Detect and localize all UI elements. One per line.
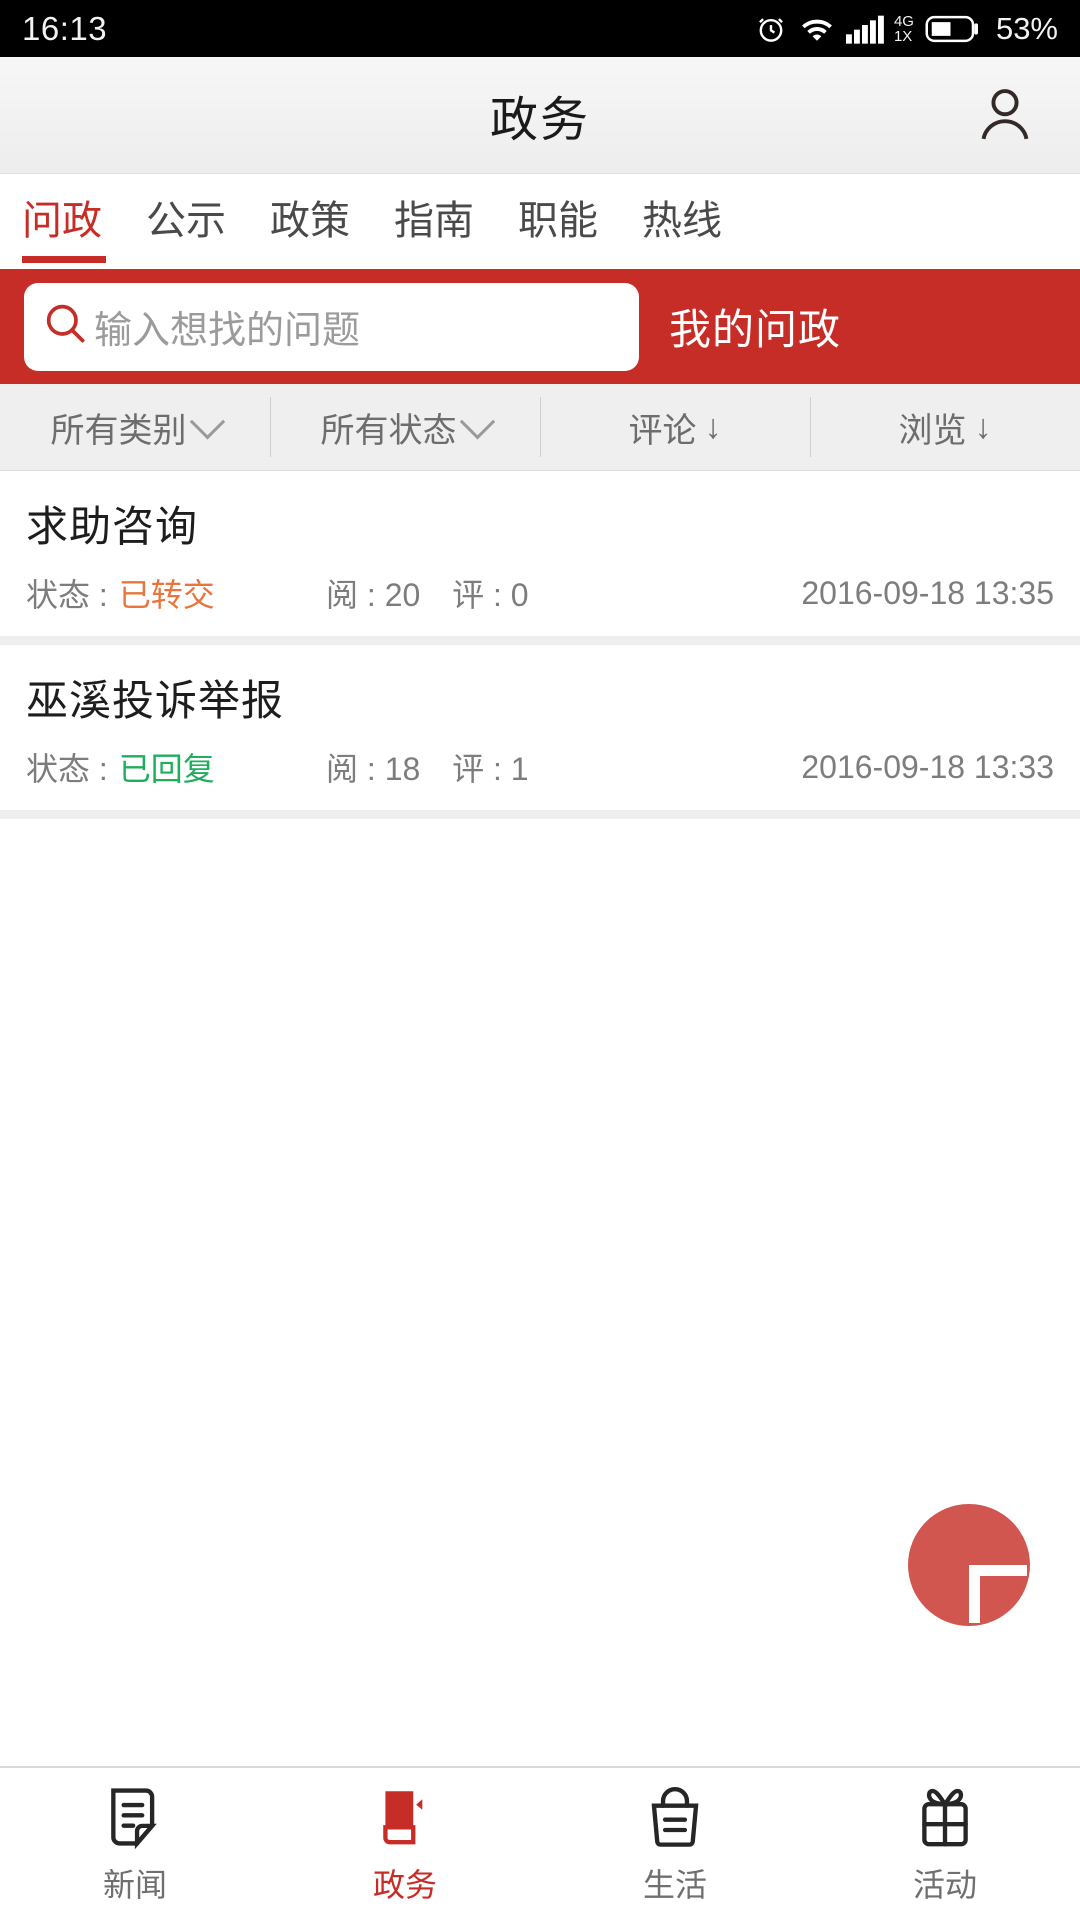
status-label: 状态 : bbox=[26, 577, 108, 613]
item-datetime: 2016-09-18 13:35 bbox=[801, 574, 1054, 611]
status-badge: 状态 : 已回复 bbox=[26, 744, 326, 790]
arrow-down-icon: ↓ bbox=[704, 407, 722, 446]
status-value: 已转交 bbox=[118, 577, 215, 613]
item-title: 求助咨询 bbox=[26, 503, 199, 550]
filter-status[interactable]: 所有状态 bbox=[270, 384, 540, 470]
views-label: 阅 : bbox=[326, 751, 376, 787]
comments-label: 评 : bbox=[452, 577, 502, 613]
status-value: 已回复 bbox=[118, 751, 215, 787]
status-label: 状态 : bbox=[26, 751, 108, 787]
tab-label: 问政 bbox=[22, 199, 102, 243]
battery-icon bbox=[925, 14, 981, 44]
wifi-icon bbox=[799, 14, 835, 44]
filter-label: 所有类别 bbox=[50, 411, 187, 450]
app-header: 政务 bbox=[0, 57, 1080, 174]
basket-icon bbox=[643, 1782, 707, 1852]
views-value: 20 bbox=[384, 577, 421, 613]
my-inquiry-button[interactable]: 我的问政 bbox=[655, 296, 847, 357]
nav-item-life[interactable]: 生活 bbox=[540, 1782, 810, 1906]
government-book-icon bbox=[373, 1782, 437, 1852]
alarm-icon bbox=[754, 12, 788, 46]
inquiry-list: 求助咨询 状态 : 已转交 阅 : 20 评 : 0 2016-09-18 13… bbox=[0, 471, 1080, 1766]
tab-gongshi[interactable]: 公示 bbox=[124, 188, 248, 269]
tab-zhineng[interactable]: 职能 bbox=[496, 188, 620, 269]
item-meta: 状态 : 已转交 阅 : 20 评 : 0 2016-09-18 13:35 bbox=[26, 570, 1054, 616]
comments-label: 评 : bbox=[452, 751, 502, 787]
sort-views[interactable]: 浏览 ↓ bbox=[810, 384, 1080, 470]
item-counts: 阅 : 20 评 : 0 bbox=[326, 570, 801, 616]
tab-label: 热线 bbox=[642, 199, 722, 243]
item-meta: 状态 : 已回复 阅 : 18 评 : 1 2016-09-18 13:33 bbox=[26, 744, 1054, 790]
status-bar: 16:13 4G 1X 53% bbox=[0, 0, 1080, 57]
status-clock: 16:13 bbox=[22, 9, 108, 47]
nav-item-activity[interactable]: 活动 bbox=[810, 1782, 1080, 1906]
tab-zhengce[interactable]: 政策 bbox=[248, 188, 372, 269]
chevron-down-icon bbox=[459, 403, 495, 440]
search-icon bbox=[42, 300, 90, 353]
tab-rexian[interactable]: 热线 bbox=[620, 188, 744, 269]
tab-zhinan[interactable]: 指南 bbox=[372, 188, 496, 269]
tab-label: 公示 bbox=[146, 199, 226, 243]
person-icon bbox=[974, 82, 1036, 149]
comments-value: 0 bbox=[510, 577, 529, 613]
signal-icon bbox=[845, 14, 886, 44]
network-secondary: 1X bbox=[893, 27, 913, 45]
search-placeholder: 输入想找的问题 bbox=[94, 310, 361, 352]
search-band: 输入想找的问题 我的问政 bbox=[0, 269, 1080, 384]
nav-label: 政务 bbox=[372, 1867, 437, 1903]
tab-label: 职能 bbox=[518, 199, 598, 243]
network-type-label: 4G 1X bbox=[894, 14, 914, 44]
category-tab-bar: 问政 公示 政策 指南 职能 热线 bbox=[0, 174, 1080, 269]
nav-label: 生活 bbox=[642, 1867, 707, 1903]
battery-percent: 53% bbox=[995, 10, 1058, 46]
search-input[interactable]: 输入想找的问题 bbox=[24, 282, 639, 371]
arrow-down-icon: ↓ bbox=[974, 407, 992, 446]
status-icons: 4G 1X 53% bbox=[754, 11, 1058, 47]
views-value: 18 bbox=[384, 751, 421, 787]
nav-item-government[interactable]: 政务 bbox=[270, 1782, 540, 1906]
chevron-down-icon bbox=[189, 403, 225, 440]
tab-label: 政策 bbox=[270, 199, 350, 243]
item-datetime: 2016-09-18 13:33 bbox=[801, 748, 1054, 785]
sort-comments[interactable]: 评论 ↓ bbox=[540, 384, 810, 470]
filter-category[interactable]: 所有类别 bbox=[0, 384, 270, 470]
bottom-navigation: 新闻 政务 生活 活动 bbox=[0, 1766, 1080, 1920]
gift-icon bbox=[913, 1782, 977, 1852]
page-title: 政务 bbox=[489, 94, 590, 147]
filter-label: 评论 bbox=[628, 411, 697, 450]
nav-item-news[interactable]: 新闻 bbox=[0, 1782, 270, 1906]
tab-label: 指南 bbox=[394, 199, 474, 243]
item-title: 巫溪投诉举报 bbox=[26, 677, 285, 724]
add-inquiry-fab[interactable] bbox=[908, 1504, 1030, 1626]
nav-label: 活动 bbox=[912, 1867, 977, 1903]
nav-label: 新闻 bbox=[102, 1867, 167, 1903]
news-document-icon bbox=[103, 1782, 167, 1852]
status-badge: 状态 : 已转交 bbox=[26, 570, 326, 616]
app-screen: 16:13 4G 1X 53% 政务 问政 公示 政策 指南 职能 热线 输入想… bbox=[0, 0, 1080, 1920]
views-label: 阅 : bbox=[326, 577, 376, 613]
comments-value: 1 bbox=[510, 751, 529, 787]
list-item[interactable]: 求助咨询 状态 : 已转交 阅 : 20 评 : 0 2016-09-18 13… bbox=[0, 471, 1080, 645]
filter-label: 浏览 bbox=[898, 411, 967, 450]
profile-button[interactable] bbox=[968, 78, 1042, 152]
list-item[interactable]: 巫溪投诉举报 状态 : 已回复 阅 : 18 评 : 1 2016-09-18 … bbox=[0, 645, 1080, 819]
item-counts: 阅 : 18 评 : 1 bbox=[326, 744, 801, 790]
tab-wenzheng[interactable]: 问政 bbox=[18, 188, 124, 269]
network-primary: 4G bbox=[893, 12, 914, 30]
filter-bar: 所有类别 所有状态 评论 ↓ 浏览 ↓ bbox=[0, 384, 1080, 471]
filter-label: 所有状态 bbox=[320, 411, 457, 450]
